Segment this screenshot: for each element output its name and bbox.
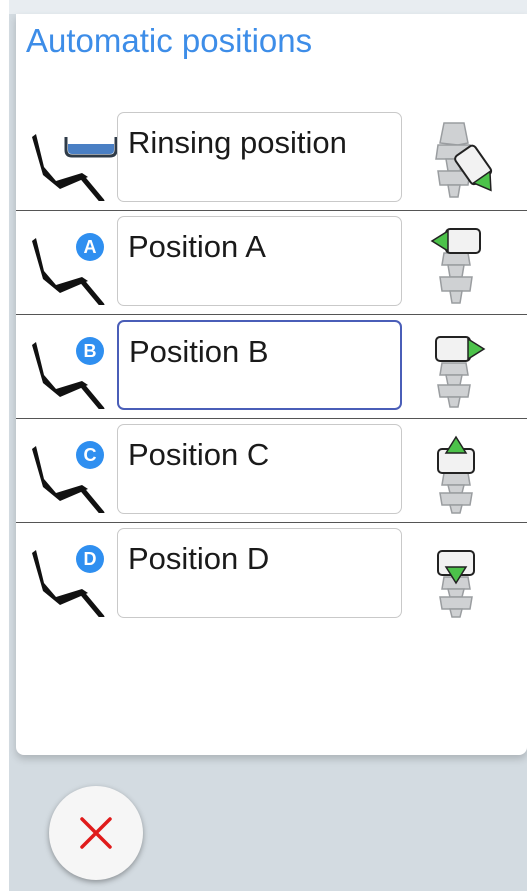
position-row-rinsing[interactable]: Rinsing position — [16, 107, 527, 211]
position-name-field[interactable]: Position B — [117, 320, 402, 410]
tilt-right-icon[interactable] — [424, 121, 502, 203]
panel-title: Automatic positions — [26, 22, 313, 59]
position-row-b[interactable]: B Position B — [16, 315, 527, 419]
badge-d-icon: D — [32, 545, 105, 617]
move-left-icon[interactable] — [424, 225, 502, 307]
move-up-icon[interactable] — [424, 433, 502, 515]
left-edge — [0, 0, 9, 891]
badge-a-icon: A — [32, 233, 105, 305]
move-right-icon[interactable] — [424, 329, 502, 411]
position-name-field[interactable]: Position A — [117, 216, 402, 306]
badge-b-icon: B — [32, 337, 105, 409]
rinse-bowl-icon — [32, 134, 118, 201]
position-name-field[interactable]: Position C — [117, 424, 402, 514]
automatic-positions-panel: Automatic positions Rinsing position A P… — [16, 14, 527, 755]
badge-letter: D — [84, 549, 97, 569]
badge-letter: C — [84, 445, 97, 465]
move-down-icon[interactable] — [424, 537, 502, 619]
close-button[interactable] — [49, 786, 143, 880]
close-icon — [80, 817, 112, 849]
badge-c-icon: C — [32, 441, 105, 513]
position-name-field[interactable]: Position D — [117, 528, 402, 618]
badge-letter: A — [84, 237, 97, 257]
position-name-field[interactable]: Rinsing position — [117, 112, 402, 202]
position-row-c[interactable]: C Position C — [16, 419, 527, 523]
badge-letter: B — [84, 341, 97, 361]
position-row-d[interactable]: D Position D — [16, 523, 527, 627]
position-row-a[interactable]: A Position A — [16, 211, 527, 315]
top-edge — [9, 0, 527, 14]
